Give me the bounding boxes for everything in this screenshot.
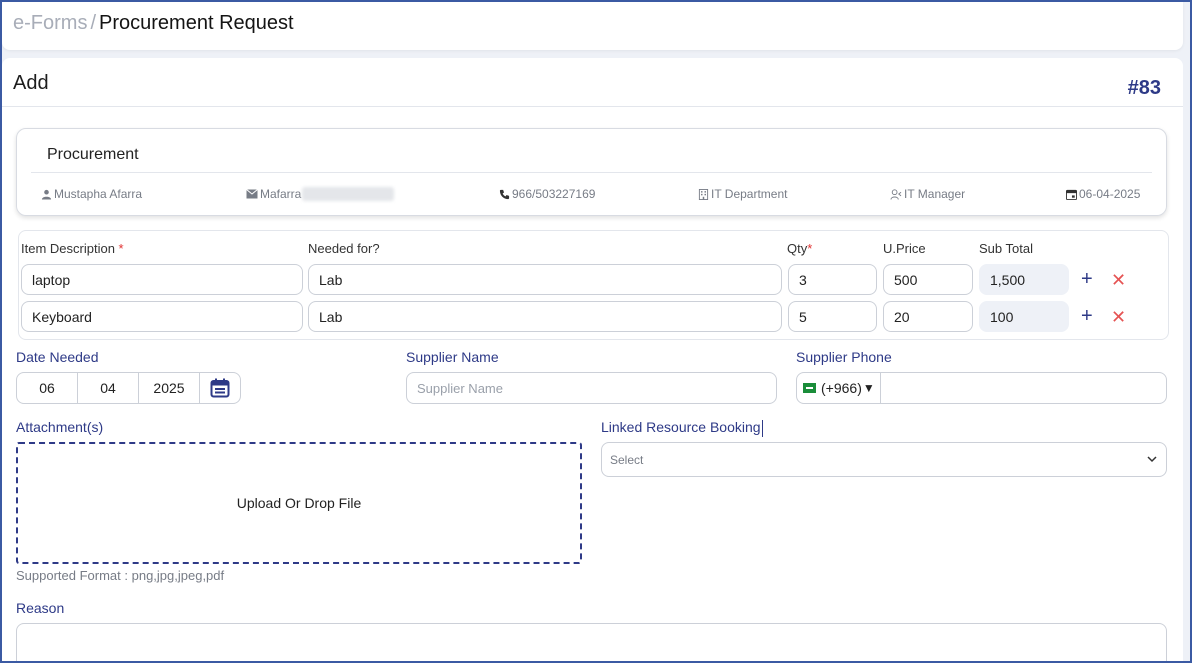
sub-total-field: 1,500 <box>979 264 1069 295</box>
mail-icon <box>246 189 258 199</box>
requester-role: IT Manager <box>890 187 965 201</box>
requester-name-text: Mustapha Afarra <box>54 187 143 201</box>
caret-down-icon: ▼ <box>862 381 875 395</box>
supported-formats-text: Supported Format : png,jpg,jpeg,pdf <box>16 568 225 583</box>
needed-for-input[interactable]: Lab <box>308 264 782 295</box>
phone-icon <box>499 189 510 199</box>
supplier-name-input[interactable]: Supplier Name <box>406 372 777 404</box>
requester-email-text: Mafarra <box>260 187 302 201</box>
close-icon: ✕ <box>1111 270 1127 290</box>
plus-icon: + <box>1081 305 1093 327</box>
file-dropzone[interactable]: Upload Or Drop File <box>16 442 582 564</box>
item-description-input[interactable]: Keyboard <box>21 301 303 332</box>
calendar-icon <box>210 378 230 398</box>
requester-email: Mafarra <box>246 187 395 201</box>
requester-role-text: IT Manager <box>904 187 966 201</box>
divider <box>2 106 1183 107</box>
close-icon: ✕ <box>1111 307 1127 327</box>
plus-icon: + <box>1081 268 1093 290</box>
select-placeholder: Select <box>610 452 644 467</box>
attachments-label: Attachment(s) <box>16 419 104 435</box>
flag-icon <box>803 383 816 393</box>
reason-textarea[interactable] <box>16 623 1167 663</box>
remove-row-button[interactable]: ✕ <box>1111 270 1126 290</box>
header-bar: e-Forms / Procurement Request <box>2 2 1183 50</box>
linked-booking-label-text: Linked Resource Booking <box>601 419 761 435</box>
required-mark: * <box>807 241 813 256</box>
linked-booking-select[interactable]: Select <box>601 442 1167 477</box>
breadcrumb-separator: / <box>90 12 97 34</box>
request-date: 06-04-2025 <box>1066 187 1140 201</box>
request-date-text: 06-04-2025 <box>1079 187 1141 201</box>
calendar-button[interactable] <box>200 373 240 403</box>
calendar-icon <box>1066 189 1077 200</box>
column-header-qty-text: Qty <box>787 241 808 256</box>
remove-row-button[interactable]: ✕ <box>1111 307 1126 327</box>
country-code-select[interactable]: (+966) ▼ <box>797 373 881 403</box>
chevron-down-icon <box>1147 456 1157 463</box>
date-month-input[interactable]: 04 <box>78 373 139 403</box>
requester-department: IT Department <box>698 187 787 201</box>
add-row-button[interactable]: + <box>1081 306 1093 326</box>
column-header-unit-price: U.Price <box>883 241 926 256</box>
divider <box>31 172 1152 173</box>
unit-price-input[interactable]: 20 <box>883 301 973 332</box>
procurement-info-box: Procurement Mustapha Afarra Mafarra 966/… <box>16 128 1167 216</box>
item-description-input[interactable]: laptop <box>21 264 303 295</box>
user-icon <box>41 189 52 200</box>
supplier-phone-label: Supplier Phone <box>796 349 892 365</box>
dropzone-text: Upload Or Drop File <box>236 495 362 511</box>
date-day-input[interactable]: 06 <box>17 373 78 403</box>
breadcrumb: e-Forms / Procurement Request <box>13 12 294 35</box>
requester-department-text: IT Department <box>711 187 788 201</box>
column-header-sub-total: Sub Total <box>979 241 1033 256</box>
supplier-name-label: Supplier Name <box>406 349 499 365</box>
sub-total-field: 100 <box>979 301 1069 332</box>
building-icon <box>698 188 709 200</box>
column-header-description: Item Description * <box>21 241 124 256</box>
date-needed-label: Date Needed <box>16 349 99 365</box>
breadcrumb-parent-link[interactable]: e-Forms <box>13 12 87 34</box>
date-needed-picker: 06 04 2025 <box>16 372 241 404</box>
supplier-phone-input[interactable] <box>881 373 1166 403</box>
requester-phone-text: 966/503227169 <box>512 187 596 201</box>
date-year-input[interactable]: 2025 <box>139 373 200 403</box>
procurement-title: Procurement <box>47 146 139 163</box>
column-header-needed-for: Needed for? <box>308 241 380 256</box>
needed-for-input[interactable]: Lab <box>308 301 782 332</box>
text-cursor <box>761 419 763 437</box>
unit-price-input[interactable]: 500 <box>883 264 973 295</box>
add-row-button[interactable]: + <box>1081 269 1093 289</box>
redacted-email <box>302 187 395 201</box>
column-header-description-text: Item Description <box>21 241 115 256</box>
linked-booking-label: Linked Resource Booking <box>601 419 763 437</box>
items-table: Item Description * Needed for? Qty* U.Pr… <box>18 230 1169 340</box>
form-number: #83 <box>1127 77 1161 99</box>
country-code-text: (+966) <box>821 380 862 396</box>
page-title: Procurement Request <box>99 12 294 34</box>
form-card: Add #83 Procurement Mustapha Afarra Mafa… <box>2 58 1183 663</box>
requester-name: Mustapha Afarra <box>41 187 142 201</box>
qty-input[interactable]: 5 <box>788 301 877 332</box>
user-tie-icon <box>890 188 902 200</box>
column-header-qty: Qty* <box>787 241 812 256</box>
required-mark: * <box>118 241 124 256</box>
supplier-phone-field: (+966) ▼ <box>796 372 1167 404</box>
card-title: Add <box>13 72 49 94</box>
reason-label: Reason <box>16 600 65 616</box>
qty-input[interactable]: 3 <box>788 264 877 295</box>
requester-phone: 966/503227169 <box>499 187 595 201</box>
